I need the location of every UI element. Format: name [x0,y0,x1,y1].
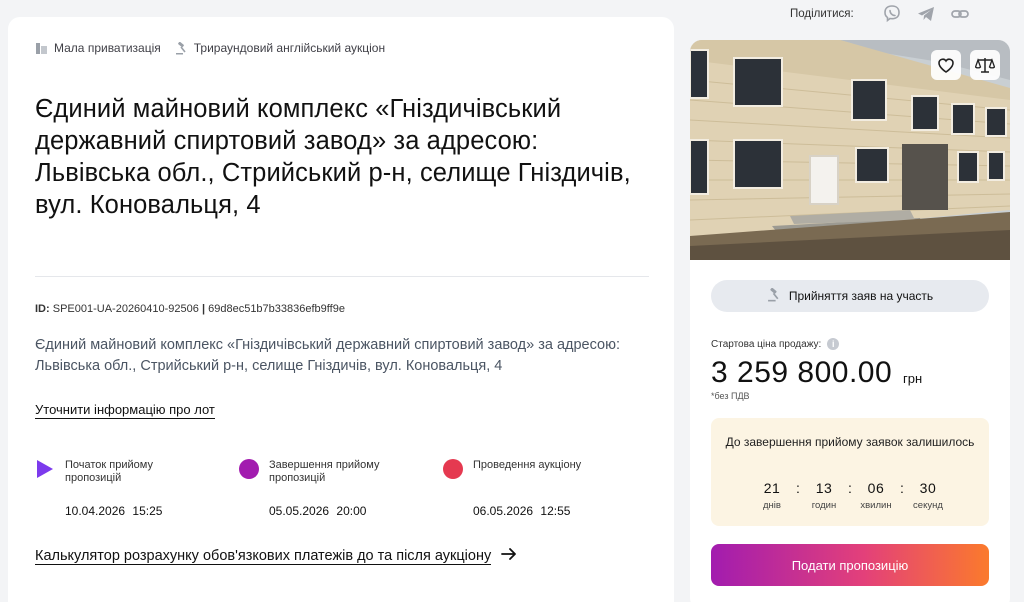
tag-auction-type: Трираундовий англійський аукціон [175,41,385,55]
heart-icon [937,57,955,73]
status-badge: Прийняття заяв на участь [711,280,989,312]
timer-separator: : [848,480,852,496]
lot-info-link[interactable]: Уточнити інформацію про лот [35,402,215,419]
id-separator: | [201,303,206,315]
share-bar: Поділитися: [790,4,970,24]
id-label: ID: [35,303,50,315]
link-icon[interactable] [950,4,970,24]
price-label-row: Стартова ціна продажу: i [711,338,840,350]
timer-days-value: 21 [763,480,781,496]
tag-privatization-label: Мала приватизація [54,41,161,55]
compare-button[interactable] [970,50,1000,80]
timer-minutes: 06 хвилин [859,480,893,511]
timer-seconds-label: секунд [913,500,943,511]
timer-hours: 13 годин [807,480,841,511]
timer-minutes-label: хвилин [860,500,892,511]
timer-hours-value: 13 [815,480,833,496]
timeline-start-date: 10.04.2026 15:25 [65,504,163,518]
timer-minutes-value: 06 [867,480,885,496]
info-icon[interactable]: i [827,338,840,350]
timer-seconds-value: 30 [919,480,937,496]
timer-hours-label: годин [811,500,837,511]
lot-id: SPE001-UA-20260410-92506 [52,303,199,315]
arrow-right-icon [501,547,517,565]
tag-privatization: Мала приватизація [35,41,161,55]
calculator-link[interactable]: Калькулятор розрахунку обов'язкових плат… [35,547,517,565]
timer-days: 21 днів [755,480,789,511]
countdown-timer: До завершення прийому заявок залишилось … [711,418,989,526]
favorite-button[interactable] [931,50,961,80]
gavel-icon [767,287,781,305]
scales-icon [975,57,995,73]
lot-hash: 69d8ec51b7b33836efb9ff9e [208,303,345,315]
play-icon [35,459,55,479]
share-label: Поділитися: [790,8,854,20]
gavel-icon [175,41,188,55]
lot-tags: Мала приватизація Трираундовий англійськ… [35,41,385,55]
timer-separator: : [796,480,800,496]
timer-days-label: днів [763,500,781,511]
lot-details-card: Мала приватизація Трираундовий англійськ… [8,17,674,602]
price-currency: грн [903,371,923,386]
tag-auction-type-label: Трираундовий англійський аукціон [193,41,386,55]
lot-description: Єдиний майновий комплекс «Гніздичівський… [35,337,621,374]
divider [35,276,649,277]
viber-icon[interactable] [882,4,902,24]
calculator-link-label[interactable]: Калькулятор розрахунку обов'язкових плат… [35,548,492,565]
telegram-icon[interactable] [916,4,936,24]
lot-id-line: ID: SPE001-UA-20260410-92506 | 69d8ec51b… [35,303,345,315]
submit-offer-button[interactable]: Подати пропозицію [711,544,989,586]
status-label: Прийняття заяв на участь [788,289,934,303]
auction-dot-icon [443,459,463,479]
lot-title: Єдиний майновий комплекс «Гніздичівський… [35,95,631,219]
timer-separator: : [900,480,904,496]
lot-sidebar-card: Прийняття заяв на участь Стартова ціна п… [690,40,1010,602]
timer-seconds: 30 секунд [911,480,945,511]
start-price: 3 259 800.00 [711,356,893,389]
price-label: Стартова ціна продажу: [711,338,822,350]
timeline-end-date: 05.05.2026 20:00 [269,504,367,518]
timer-title: До завершення прийому заявок залишилось [725,435,975,449]
timeline-start-label: Початок прийому пропозицій [65,459,153,484]
lot-photo[interactable] [690,40,1010,260]
timer-units: 21 днів : 13 годин : 06 хвилин : 30 секу… [755,480,945,511]
timeline-auction-date: 06.05.2026 12:55 [473,504,571,518]
building-icon [35,42,48,55]
timeline-end-label: Завершення прийому пропозицій [269,459,380,484]
vat-note: *без ПДВ [711,391,750,401]
timeline-auction-label: Проведення аукціону [473,459,582,471]
end-dot-icon [239,459,259,479]
